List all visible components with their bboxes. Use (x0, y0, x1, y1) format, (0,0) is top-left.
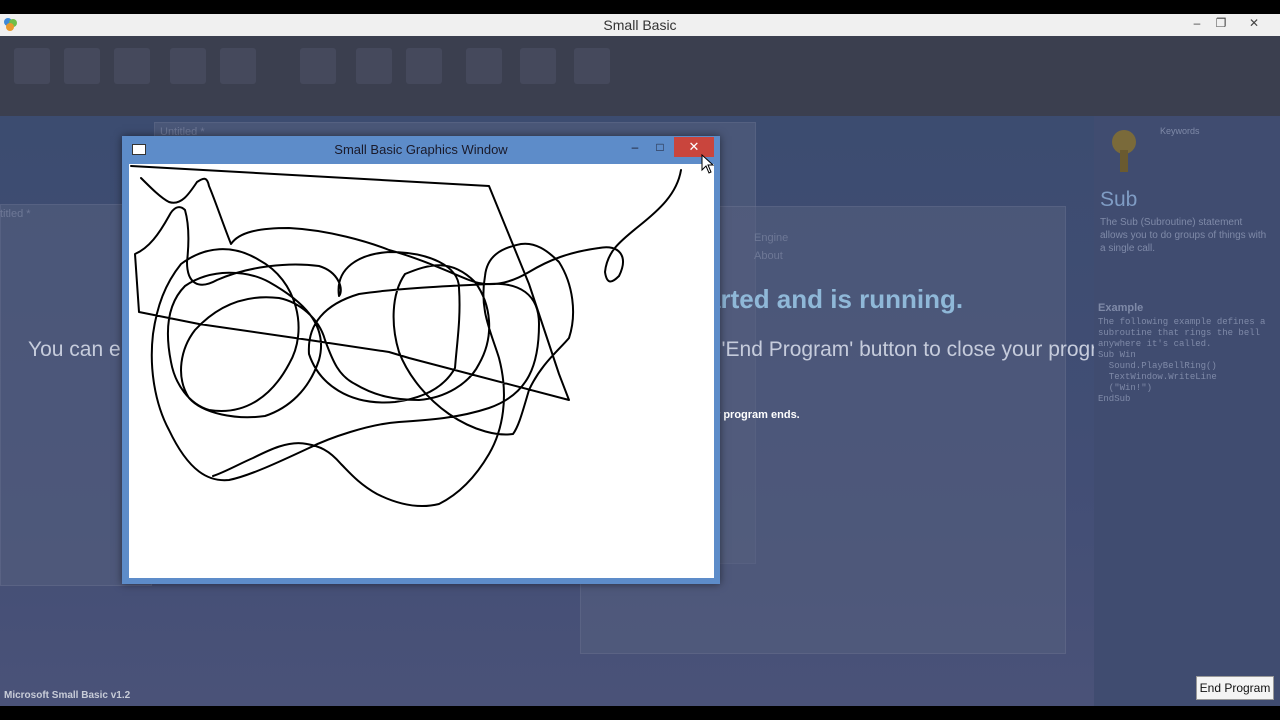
help-description: The Sub (Subroutine) statement allows yo… (1100, 217, 1267, 254)
screen-top-border (0, 0, 1280, 14)
new-icon (14, 48, 50, 84)
graduate-icon (466, 48, 502, 84)
running-message-left: You can e (28, 338, 121, 361)
maximize-icon[interactable]: □ (649, 140, 671, 154)
help-example-text: The following example defines a subrouti… (1098, 317, 1266, 349)
main-title-bar: Small Basic – ❐ ✕ (0, 14, 1280, 36)
graphics-canvas[interactable] (129, 164, 714, 578)
toolbar-ribbon (0, 36, 1280, 116)
minimize-icon[interactable]: – (624, 140, 646, 154)
end-program-button[interactable]: End Program (1196, 676, 1274, 700)
freehand-stroke (130, 165, 682, 508)
faint-line-engine: Engine (754, 232, 789, 244)
cut-icon (170, 48, 206, 84)
keywords-icon (1112, 130, 1136, 172)
running-hint: r program ends. (716, 409, 800, 421)
undo-icon (356, 48, 392, 84)
side-tab-title: titled * (0, 208, 31, 220)
save-icon (114, 48, 150, 84)
graphics-window[interactable]: Small Basic Graphics Window – □ ✕ (122, 136, 720, 584)
help-panel: Keywords Sub The Sub (Subroutine) statem… (1094, 116, 1280, 706)
close-icon[interactable]: ✕ (1244, 16, 1264, 30)
run-icon (520, 48, 556, 84)
copy-icon (220, 48, 256, 84)
main-window-title: Small Basic (603, 17, 677, 33)
running-heading: arted and is running. (706, 284, 964, 314)
screen-bottom-border (0, 706, 1280, 720)
mouse-cursor-icon (701, 154, 715, 174)
help-example-heading: Example (1098, 302, 1144, 314)
help-title: Sub (1100, 188, 1138, 211)
help-example-code: Sub Win Sound.PlayBellRing() TextWindow.… (1098, 350, 1217, 404)
minimize-icon[interactable]: – (1187, 16, 1207, 30)
restore-icon[interactable]: ❐ (1211, 16, 1231, 30)
drawing-svg (130, 165, 682, 508)
open-icon (64, 48, 100, 84)
redo-icon (406, 48, 442, 84)
faint-line-about: About (754, 250, 783, 262)
paste-icon (300, 48, 336, 84)
status-bar-text: Microsoft Small Basic v1.2 (4, 690, 131, 701)
debug-icon (574, 48, 610, 84)
help-category: Keywords (1160, 126, 1200, 136)
